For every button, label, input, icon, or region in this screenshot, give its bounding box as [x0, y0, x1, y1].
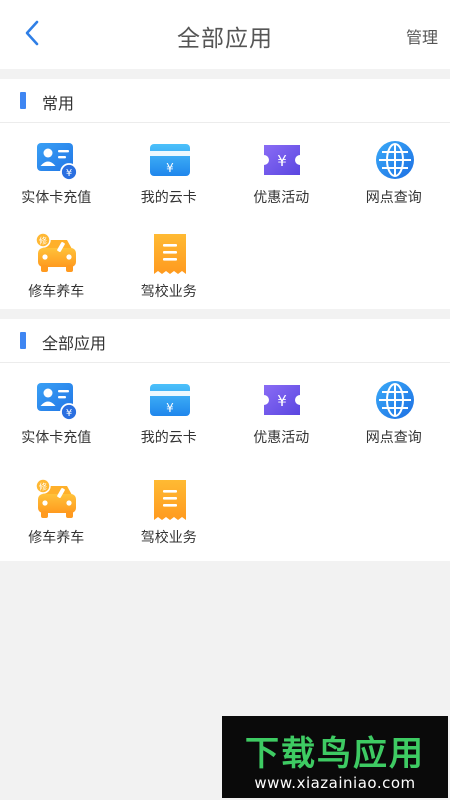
app-item-outlet-query[interactable]: 网点查询: [338, 375, 450, 469]
section-title: 全部应用: [42, 334, 107, 353]
globe-icon: [375, 381, 414, 419]
section-marker: [20, 92, 26, 109]
app-item-car-repair[interactable]: 修 修车养车: [0, 469, 113, 569]
coupon-icon: ¥: [264, 385, 300, 415]
app-label: 我的云卡: [140, 190, 197, 206]
svg-text:¥: ¥: [166, 161, 174, 175]
car-repair-icon: 修: [36, 479, 76, 518]
svg-text:¥: ¥: [277, 152, 287, 170]
app-item-driving-school[interactable]: 驾校业务: [113, 229, 226, 323]
app-label: 实体卡充值: [21, 190, 92, 206]
section-title: 常用: [42, 94, 75, 113]
svg-text:¥: ¥: [277, 392, 287, 410]
app-item-car-repair[interactable]: 修 修车养车: [0, 229, 113, 323]
section-frequent: 常用 ¥ 实体卡充值 ¥ 我的云卡 ¥ 优惠活动 网点查询 修 修车养车 驾校业…: [0, 79, 450, 309]
app-item-promotions[interactable]: ¥ 优惠活动: [225, 135, 338, 229]
app-item-card-recharge[interactable]: ¥ 实体卡充值: [0, 375, 113, 469]
car-repair-icon: 修: [36, 233, 76, 272]
app-item-outlet-query[interactable]: 网点查询: [338, 135, 450, 229]
app-item-promotions[interactable]: ¥ 优惠活动: [225, 375, 338, 469]
section-header: 常用: [0, 79, 450, 123]
app-grid: ¥ 实体卡充值 ¥ 我的云卡 ¥ 优惠活动 网点查询 修 修车养车 驾校业务: [0, 363, 450, 561]
app-label: 我的云卡: [140, 430, 197, 446]
manage-button[interactable]: 管理: [406, 24, 438, 48]
app-label: 优惠活动: [253, 430, 310, 446]
page-title: 全部应用: [177, 26, 273, 52]
svg-text:¥: ¥: [66, 408, 72, 419]
app-label: 驾校业务: [140, 530, 197, 546]
app-label: 网点查询: [365, 430, 422, 446]
app-label: 修车养车: [28, 530, 85, 546]
app-grid: ¥ 实体卡充值 ¥ 我的云卡 ¥ 优惠活动 网点查询 修 修车养车 驾校业务: [0, 123, 450, 309]
svg-text:修: 修: [39, 236, 47, 246]
coupon-icon: ¥: [264, 145, 300, 175]
top-nav-bar: 全部应用 管理: [0, 0, 450, 69]
svg-text:修: 修: [39, 482, 47, 492]
app-item-cloud-card[interactable]: ¥ 我的云卡: [113, 375, 226, 469]
globe-icon: [375, 141, 414, 179]
app-label: 实体卡充值: [21, 430, 92, 446]
cloud-card-icon: ¥: [149, 384, 190, 416]
receipt-icon: [153, 480, 186, 520]
app-label: 驾校业务: [140, 284, 197, 300]
app-label: 网点查询: [365, 190, 422, 206]
app-item-cloud-card[interactable]: ¥ 我的云卡: [113, 135, 226, 229]
section-header: 全部应用: [0, 319, 450, 363]
id-card-recharge-icon: ¥: [37, 143, 78, 181]
watermark-logo: 下载鸟应用: [245, 734, 425, 774]
watermark-url: www.xiazainiao.com: [254, 774, 416, 792]
svg-text:¥: ¥: [166, 401, 174, 415]
app-label: 修车养车: [28, 284, 85, 300]
section-marker: [20, 332, 26, 349]
section-all-apps: 全部应用 ¥ 实体卡充值 ¥ 我的云卡 ¥ 优惠活动 网点查询 修 修车养车 驾…: [0, 319, 450, 561]
receipt-icon: [153, 234, 186, 274]
cloud-card-icon: ¥: [149, 144, 190, 176]
id-card-recharge-icon: ¥: [37, 383, 78, 421]
app-label: 优惠活动: [253, 190, 310, 206]
app-item-card-recharge[interactable]: ¥ 实体卡充值: [0, 135, 113, 229]
watermark: 下载鸟应用 www.xiazainiao.com: [222, 716, 448, 798]
svg-text:¥: ¥: [66, 168, 72, 179]
app-item-driving-school[interactable]: 驾校业务: [113, 469, 226, 569]
